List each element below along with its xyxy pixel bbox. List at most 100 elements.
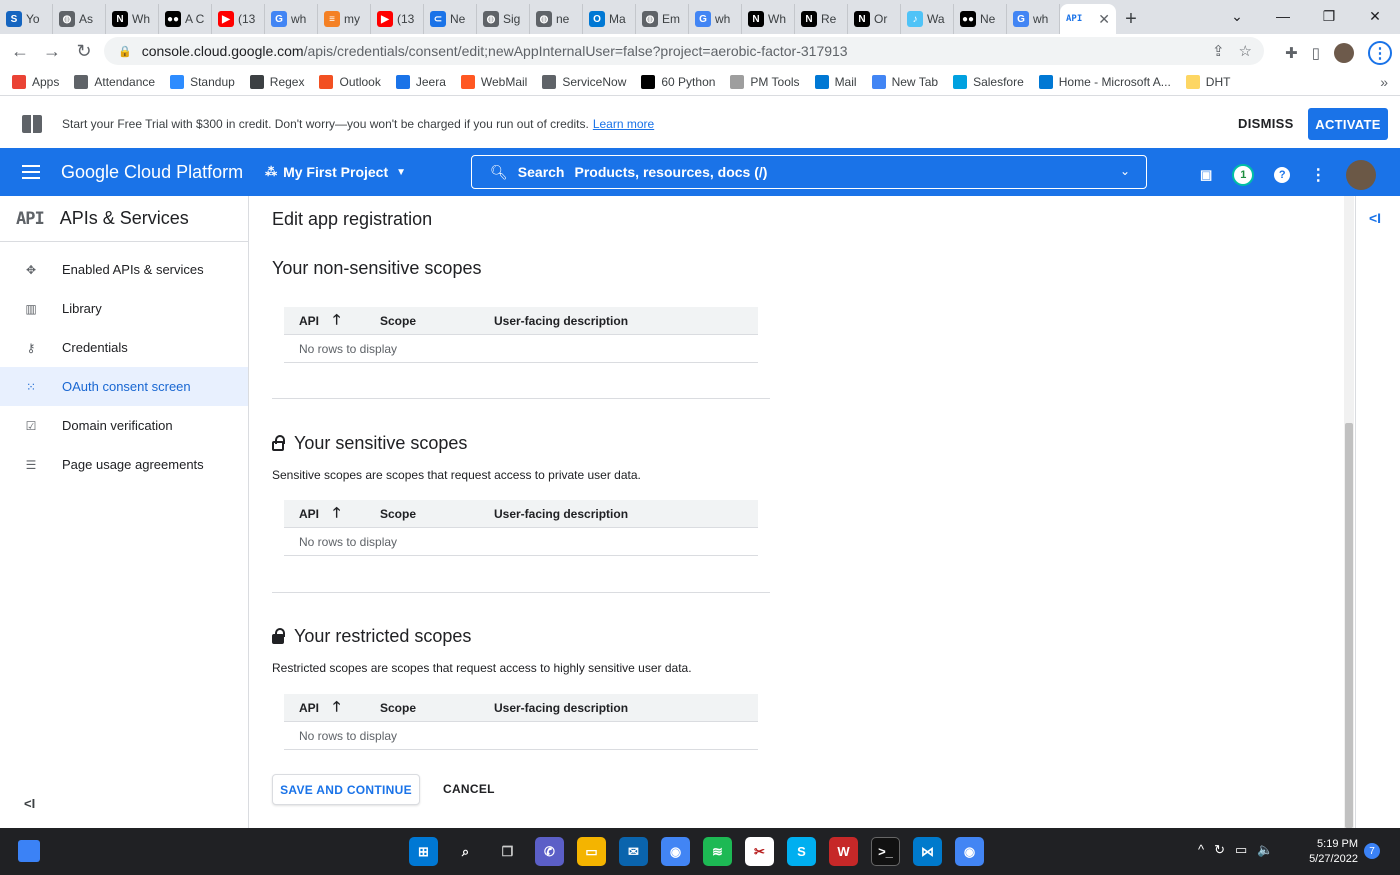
bookmark-item[interactable]: Standup xyxy=(170,74,235,89)
browser-tab[interactable]: N Or xyxy=(848,4,901,34)
api-column-header[interactable]: API 🡑 xyxy=(284,502,380,526)
expand-panel-icon[interactable]: <I xyxy=(1369,210,1381,226)
sidepanel-icon[interactable]: ▯ xyxy=(1312,44,1320,62)
sidebar-item[interactable]: ✥ Enabled APIs & services xyxy=(0,250,248,289)
sidebar-item[interactable]: ⁙ OAuth consent screen xyxy=(0,367,248,406)
bookmark-item[interactable]: New Tab xyxy=(871,74,938,89)
save-and-continue-button[interactable]: SAVE AND CONTINUE xyxy=(272,774,420,805)
vscode-icon[interactable]: ⋈ xyxy=(913,837,942,866)
sidebar-item[interactable]: ⚷ Credentials xyxy=(0,328,248,367)
sort-arrow-up-icon[interactable]: 🡑 xyxy=(333,696,340,720)
widgets-icon[interactable] xyxy=(18,840,40,862)
browser-tab[interactable]: ●● A C xyxy=(159,4,212,34)
bookmark-item[interactable]: Regex xyxy=(249,74,304,89)
close-tab-icon[interactable]: ✕ xyxy=(1098,11,1110,28)
browser-tab[interactable]: Gwh xyxy=(265,4,318,34)
browser-tab[interactable]: ◍ As xyxy=(53,4,106,34)
learn-more-link[interactable]: Learn more xyxy=(593,117,654,131)
skype-icon[interactable]: S xyxy=(787,837,816,866)
bookmark-item[interactable]: PM Tools xyxy=(730,74,800,89)
cancel-button[interactable]: CANCEL xyxy=(443,782,495,796)
display-icon[interactable]: ▭ xyxy=(1235,842,1247,858)
bookmark-item[interactable]: WebMail xyxy=(460,74,527,89)
api-column-header[interactable]: API 🡑 xyxy=(284,309,380,333)
collapse-nav-icon[interactable]: <I xyxy=(24,796,35,811)
star-icon[interactable]: ☆ xyxy=(1239,42,1252,60)
app-icon[interactable]: ✂ xyxy=(745,837,774,866)
browser-tab[interactable]: S Yo xyxy=(0,4,53,34)
extensions-icon[interactable]: ✚ xyxy=(1285,44,1298,62)
gcp-brand[interactable]: Google Cloud Platform xyxy=(61,162,243,183)
activate-button[interactable]: ACTIVATE xyxy=(1308,108,1388,140)
project-selector[interactable]: ⁂ My First Project ▼ xyxy=(265,164,406,180)
cloud-shell-icon[interactable]: ▣ xyxy=(1200,167,1212,183)
mail-icon[interactable]: ✉ xyxy=(619,837,648,866)
dismiss-button[interactable]: DISMISS xyxy=(1238,116,1294,131)
bookmark-item[interactable]: Attendance xyxy=(74,74,155,89)
sidebar-item[interactable]: ☰ Page usage agreements xyxy=(0,445,248,484)
share-icon[interactable]: ⇪ xyxy=(1212,42,1225,60)
browser-tab-active[interactable]: API ✕ xyxy=(1060,4,1116,34)
sidebar-item[interactable]: ▥ Library xyxy=(0,289,248,328)
browser-tab[interactable]: ◍ Em xyxy=(636,4,689,34)
browser-menu-icon[interactable]: ⋮ xyxy=(1368,41,1392,65)
notification-center-badge[interactable]: 7 xyxy=(1364,843,1380,859)
account-avatar[interactable] xyxy=(1346,160,1377,190)
browser-tab[interactable]: ♪ Wa xyxy=(901,4,954,34)
browser-tab[interactable]: N Re xyxy=(795,4,848,34)
bookmark-item[interactable]: Jeera xyxy=(395,74,446,89)
teams-chat-icon[interactable]: ✆ xyxy=(535,837,564,866)
search-expand-icon[interactable]: ⌄ xyxy=(1120,164,1130,178)
hamburger-menu-icon[interactable] xyxy=(22,161,40,183)
more-bookmarks-icon[interactable]: » xyxy=(1380,74,1388,90)
more-options-icon[interactable]: ⋮ xyxy=(1310,165,1326,185)
reload-icon[interactable]: ↻ xyxy=(68,41,100,62)
browser-tab[interactable]: ▶ (13 xyxy=(212,4,265,34)
chrome-profile-icon[interactable]: ◉ xyxy=(955,837,984,866)
bookmark-item[interactable]: Mail xyxy=(814,74,857,89)
bookmark-item[interactable]: ServiceNow xyxy=(542,74,626,89)
minimize-icon[interactable]: — xyxy=(1260,4,1306,28)
scrollbar-thumb[interactable] xyxy=(1345,423,1353,828)
file-explorer-icon[interactable]: ▭ xyxy=(577,837,606,866)
profile-avatar[interactable] xyxy=(1334,43,1354,63)
help-icon[interactable]: ? xyxy=(1274,167,1291,183)
terminal-icon[interactable]: >_ xyxy=(871,837,900,866)
forward-icon[interactable]: → xyxy=(36,41,68,62)
browser-tab[interactable]: ⊂ Ne xyxy=(424,4,477,34)
browser-tab[interactable]: O Ma xyxy=(583,4,636,34)
search-taskbar-icon[interactable]: ⌕ xyxy=(451,837,480,866)
browser-tab[interactable]: N Wh xyxy=(742,4,795,34)
start-menu-icon[interactable]: ⊞ xyxy=(409,837,438,866)
taskbar-clock[interactable]: 5:19 PM 5/27/2022 xyxy=(1300,837,1358,867)
sort-arrow-up-icon[interactable]: 🡑 xyxy=(333,309,340,333)
tab-search-icon[interactable]: ⌄ xyxy=(1214,4,1260,28)
tray-chevron-icon[interactable]: ^ xyxy=(1198,842,1204,858)
close-window-icon[interactable]: ✕ xyxy=(1352,4,1398,28)
browser-tab[interactable]: ▶ (13 xyxy=(371,4,424,34)
browser-tab[interactable]: Gwh xyxy=(1007,4,1060,34)
wps-icon[interactable]: W xyxy=(829,837,858,866)
search-input[interactable]: 🔍︎ Search Products, resources, docs (/) … xyxy=(471,155,1147,189)
api-column-header[interactable]: API 🡑 xyxy=(284,696,380,720)
bookmark-item[interactable]: Salesfore xyxy=(953,74,1024,89)
new-tab-button[interactable]: + xyxy=(1116,4,1146,34)
volume-icon[interactable]: 🔈 xyxy=(1257,842,1273,858)
bookmark-item[interactable]: DHT xyxy=(1185,74,1230,89)
spotify-icon[interactable]: ≋ xyxy=(703,837,732,866)
browser-tab[interactable]: ◍ Sig xyxy=(477,4,530,34)
browser-tab[interactable]: ◍ ne xyxy=(530,4,583,34)
bookmark-item[interactable]: Apps xyxy=(12,74,59,89)
url-input[interactable]: 🔒 console.cloud.google.com/apis/credenti… xyxy=(104,37,1264,65)
browser-tab[interactable]: ≡ my xyxy=(318,4,371,34)
task-view-icon[interactable]: ❐ xyxy=(493,837,522,866)
bookmark-item[interactable]: Outlook xyxy=(319,74,381,89)
sync-icon[interactable]: ↻ xyxy=(1214,842,1225,858)
sidebar-item[interactable]: ☑ Domain verification xyxy=(0,406,248,445)
bookmark-item[interactable]: 60 Python xyxy=(641,74,715,89)
browser-tab[interactable]: Gwh xyxy=(689,4,742,34)
sort-arrow-up-icon[interactable]: 🡑 xyxy=(333,502,340,526)
back-icon[interactable]: ← xyxy=(4,41,36,62)
restore-icon[interactable]: ❐ xyxy=(1306,4,1352,28)
bookmark-item[interactable]: Home - Microsoft A... xyxy=(1038,74,1171,89)
